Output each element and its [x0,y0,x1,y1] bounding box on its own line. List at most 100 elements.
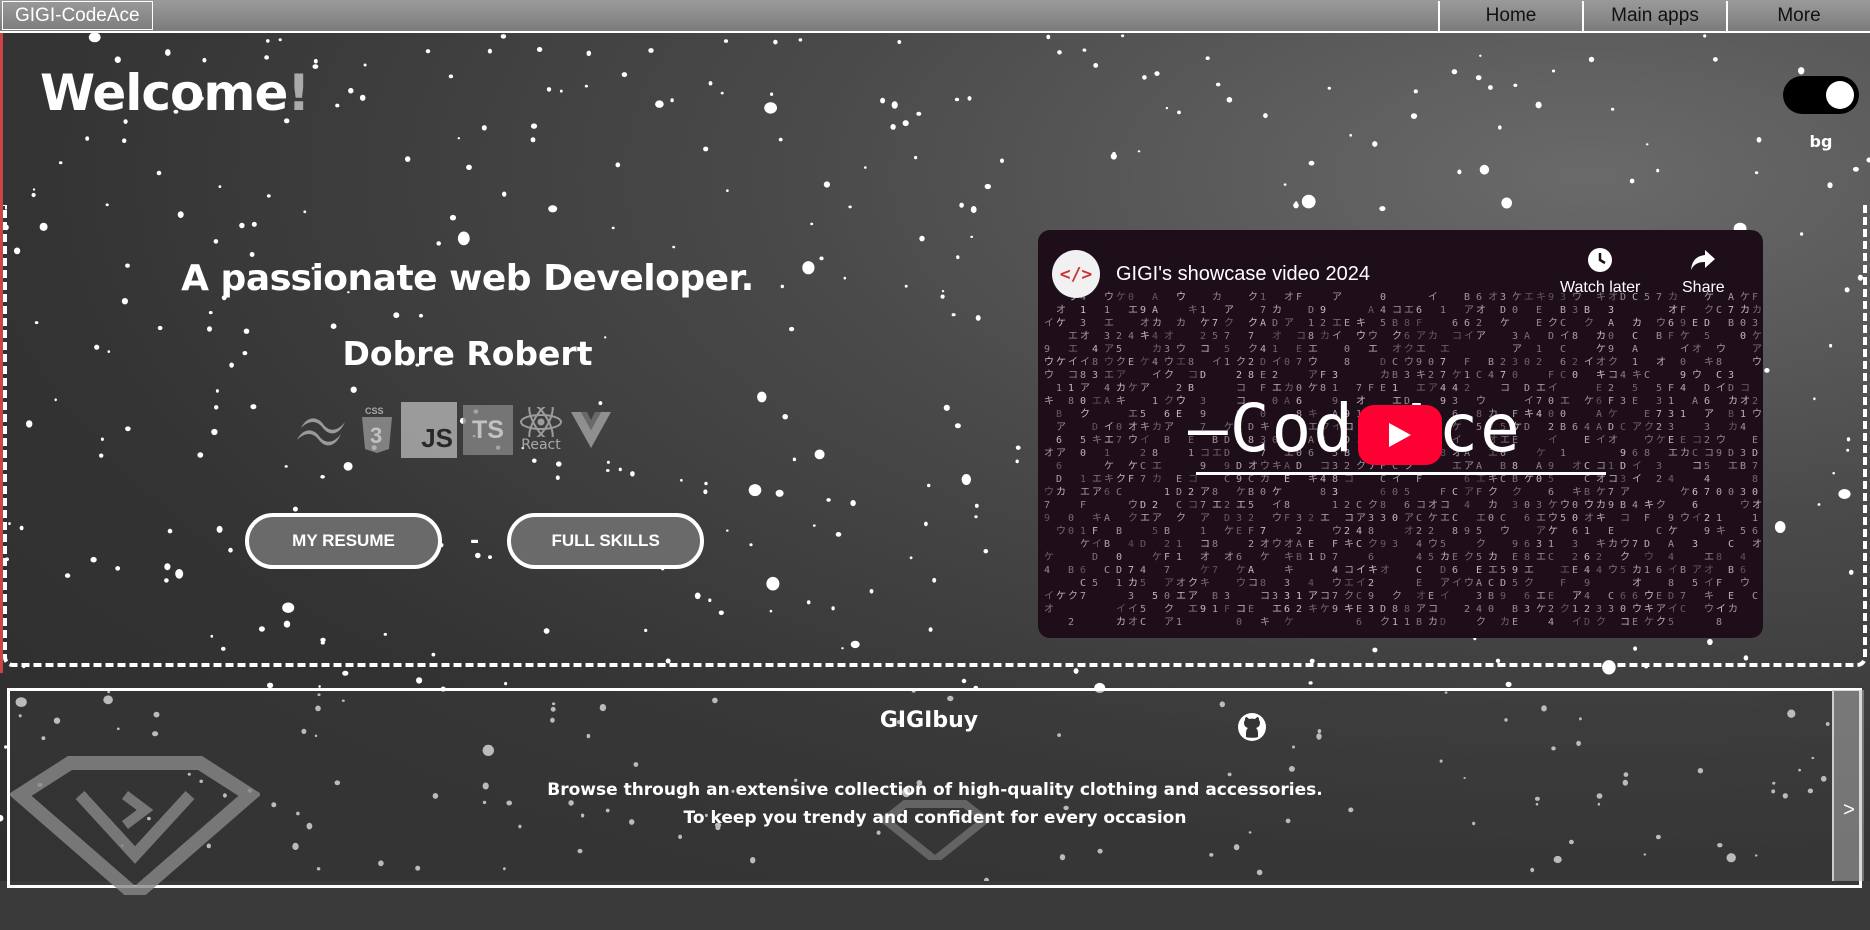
matrix-glyph: C [1716,305,1722,316]
card-title: GIGIbuy [0,708,1858,733]
matrix-glyph: 6 [1404,331,1410,342]
matrix-glyph: B [1728,565,1734,576]
matrix-glyph: オ [1200,551,1210,563]
matrix-glyph: コ [1740,383,1750,394]
matrix-glyph: イ [1212,357,1222,368]
matrix-glyph: 6 [1692,500,1698,511]
matrix-glyph: 5 [1428,552,1434,563]
my-resume-button[interactable]: MY RESUME [245,513,442,569]
clock-icon [1586,246,1614,274]
youtube-video-embed[interactable]: イ9ウウキオウ79ケ4イオオケケ1Bア6ア6Dカウケウエエイコ1800Bク241… [1038,230,1763,638]
matrix-glyph: ケ [1128,382,1138,394]
matrix-glyph: 7 [1536,396,1542,407]
matrix-glyph: コ [1440,500,1450,511]
matrix-glyph: 9 [1608,500,1614,511]
matrix-glyph: D [1440,617,1446,628]
css-label: CSS [365,406,384,416]
matrix-glyph: 1 [1464,370,1470,381]
matrix-glyph: E [1608,526,1614,537]
matrix-glyph: コ [1344,513,1354,524]
matrix-glyph: イ [1044,591,1054,602]
watch-later-button[interactable]: Watch later [1560,246,1640,297]
matrix-glyph: 5 [1644,292,1650,303]
channel-logo-icon[interactable]: </> [1052,250,1100,298]
matrix-glyph: 4 [1464,500,1470,511]
matrix-glyph: 4 [1140,565,1146,576]
matrix-glyph: 6 [1056,435,1062,446]
nav-item-main-apps[interactable]: Main apps [1582,1,1726,31]
matrix-glyph: ウ [1752,356,1762,368]
matrix-glyph: ウ [1176,395,1186,407]
matrix-glyph: ク [1224,317,1234,329]
matrix-glyph: エ [1212,500,1222,511]
matrix-glyph: ウ [1128,499,1138,511]
matrix-glyph: A [1104,396,1110,407]
matrix-glyph: ア [1440,578,1450,589]
matrix-glyph: ウ [1056,525,1066,537]
matrix-glyph: ア [1464,487,1474,498]
matrix-glyph: 0 [1488,604,1494,615]
matrix-glyph: ウ [1644,590,1654,602]
matrix-glyph: コ [1200,539,1210,550]
matrix-glyph: C [1560,370,1566,381]
play-button[interactable] [1358,405,1442,465]
matrix-glyph: A [1248,565,1254,576]
matrix-glyph: ク [1248,343,1258,355]
matrix-glyph: 0 [1536,474,1542,485]
matrix-glyph: 3 [1740,487,1746,498]
nav-item-home[interactable]: Home [1438,1,1582,31]
nav-item-more[interactable]: More [1726,1,1870,31]
matrix-glyph: 7 [1224,331,1230,342]
github-icon[interactable] [1237,712,1267,742]
matrix-glyph: 8 [1404,604,1410,615]
matrix-glyph: 1 [1716,513,1722,524]
background-toggle[interactable] [1783,76,1859,114]
matrix-glyph: 2 [1344,500,1350,511]
matrix-glyph: C [1380,474,1386,485]
full-skills-button[interactable]: FULL SKILLS [507,513,704,569]
matrix-glyph: 8 [1572,331,1578,342]
matrix-glyph: 4 [1308,578,1314,589]
matrix-glyph: E [1476,565,1482,576]
matrix-glyph: カ [1428,330,1438,342]
share-label: Share [1682,279,1725,297]
matrix-glyph: 4 [1128,539,1134,550]
matrix-glyph: エ [1704,552,1714,563]
matrix-glyph: 1 [1200,305,1206,316]
carousel-next-button[interactable]: > [1832,690,1864,881]
matrix-glyph: 8 [1524,552,1530,563]
matrix-glyph: 0 [1428,357,1434,368]
matrix-glyph: イ [1464,331,1474,342]
matrix-glyph: キ [1632,370,1642,381]
welcome-exclamation: ! [287,64,309,122]
matrix-glyph: 7 [1752,461,1758,472]
video-title[interactable]: GIGI's showcase video 2024 [1116,263,1370,286]
matrix-glyph: ア [1188,591,1198,602]
matrix-glyph: ク [1644,421,1654,433]
matrix-glyph: ク [1164,603,1174,615]
matrix-glyph: オ [1260,538,1270,550]
matrix-glyph: コ [1188,370,1198,381]
matrix-glyph: カ [1668,291,1678,303]
matrix-glyph: 5 [1512,578,1518,589]
matrix-glyph: C [1560,318,1566,329]
matrix-glyph: ア [1200,487,1210,498]
matrix-glyph: D [1224,513,1230,524]
matrix-glyph: 4 [1044,565,1050,576]
matrix-glyph: ケ [1740,291,1750,303]
matrix-glyph: キ [1344,539,1354,550]
share-button[interactable]: Share [1682,246,1725,297]
matrix-glyph: 1 [1068,383,1074,394]
matrix-glyph: 3 [1512,357,1518,368]
matrix-glyph: D [1320,552,1326,563]
brand-logo[interactable]: GIGI-CodeAce [2,1,153,30]
matrix-glyph: コ [1344,474,1354,485]
matrix-glyph: 9 [1332,604,1338,615]
matrix-glyph: ケ [1512,291,1522,303]
matrix-glyph: E [1536,305,1542,316]
matrix-glyph: 3 [1668,409,1674,420]
matrix-glyph: カ [1152,421,1162,433]
matrix-glyph: 3 [1524,604,1530,615]
matrix-glyph: B [1392,370,1398,381]
matrix-glyph: コ [1188,500,1198,511]
